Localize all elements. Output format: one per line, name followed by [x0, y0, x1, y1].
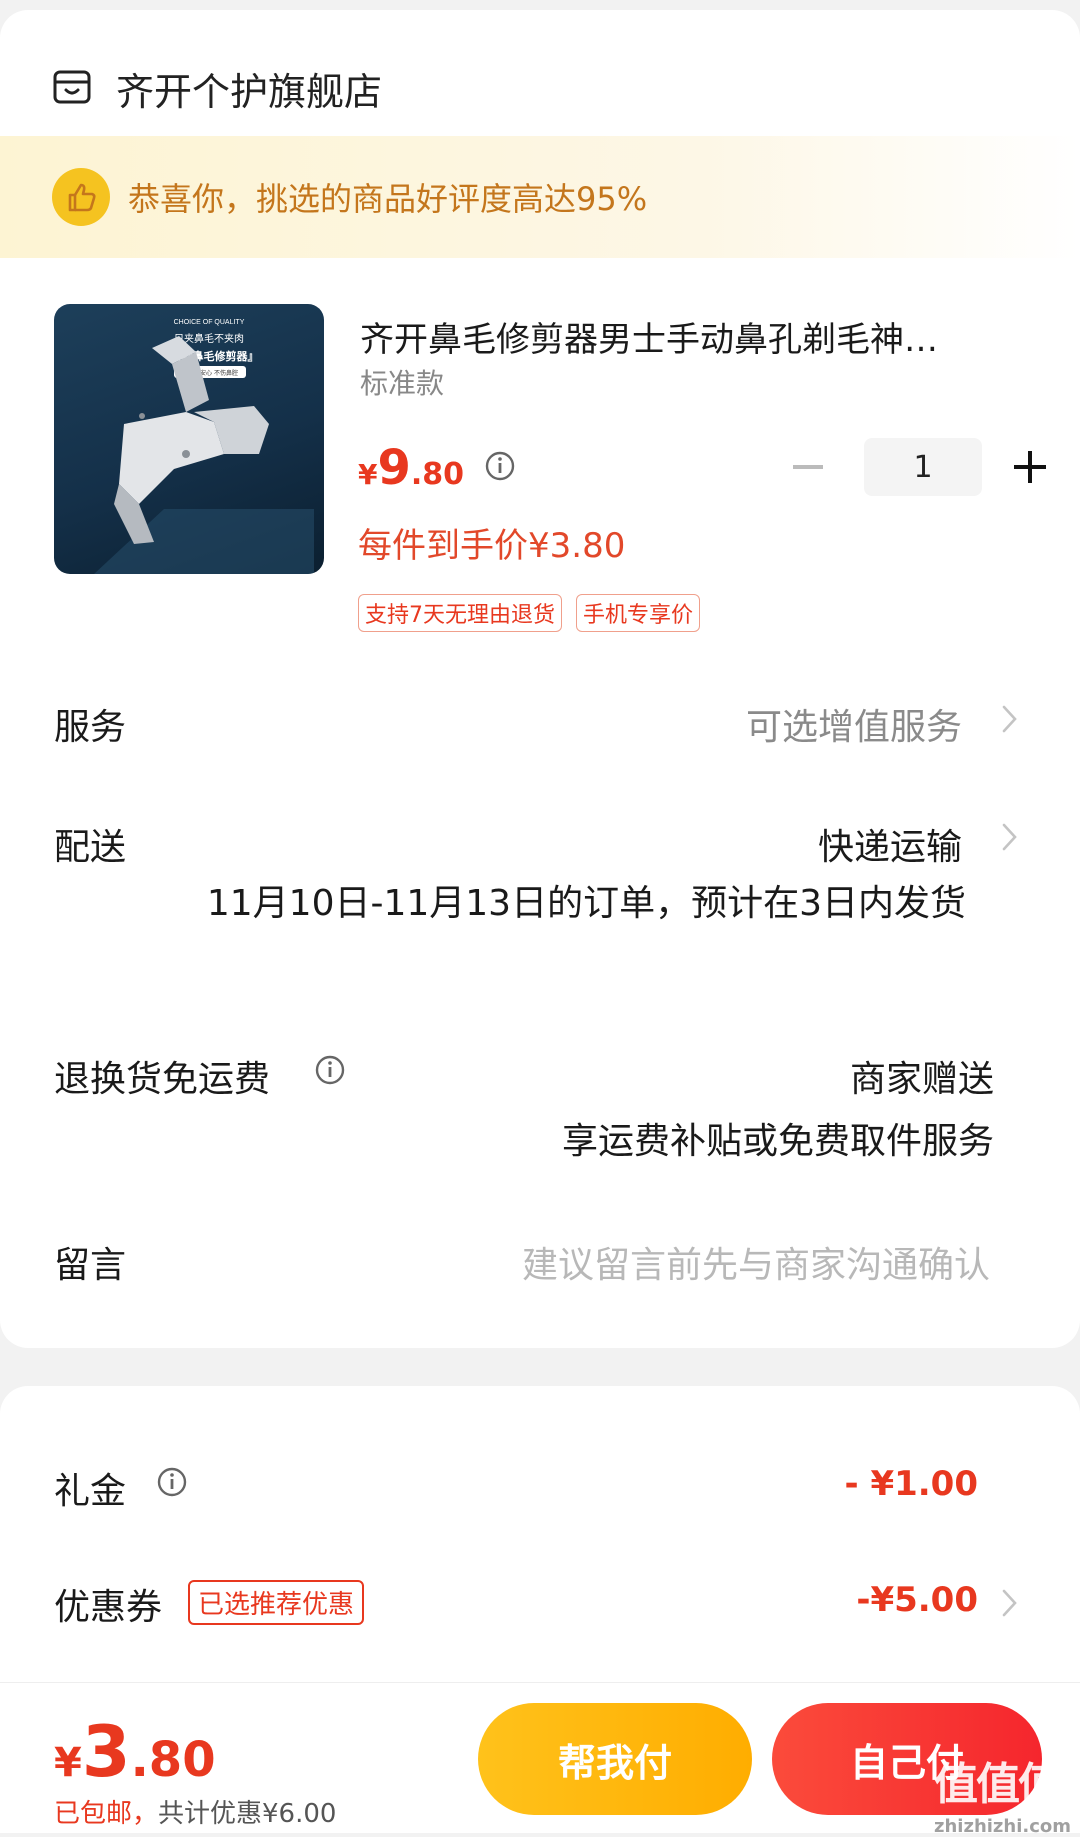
store-name: 齐开个护旗舰店 — [116, 69, 383, 114]
free-shipping-text: 已包邮， — [54, 1799, 159, 1829]
total-price: ¥3.80 — [54, 1711, 216, 1793]
return-shipping-label: 退换货免运费 — [54, 1059, 271, 1100]
product-image[interactable]: CHOICE OF QUALITY 只夹鼻毛不夹肉 『新款鼻毛修剪器』 持毛很安… — [54, 304, 324, 574]
delivery-chevron-icon[interactable] — [1000, 820, 1020, 854]
increase-button[interactable] — [1002, 439, 1058, 495]
product-title[interactable]: 齐开鼻毛修剪器男士手动鼻孔剃毛神… — [360, 312, 1026, 361]
saving-text: 共计优惠¥6.00 — [158, 1799, 337, 1829]
watermark: 值值值 zhizhizhi.com — [934, 1759, 1072, 1837]
checkout-bar: ¥3.80 已包邮，共计优惠¥6.00 帮我付 自己付 — [0, 1682, 1080, 1833]
delivery-method[interactable]: 快递运输 — [818, 818, 962, 870]
order-card: 齐开个护旗舰店 恭喜你，挑选的商品好评度高达95% CHOICE OF QUAL… — [0, 10, 1080, 1348]
product-tags: 支持7天无理由退货 手机专享价 — [358, 594, 701, 632]
return-shipping-info-icon[interactable] — [314, 1054, 346, 1086]
gift-info-icon[interactable] — [156, 1466, 188, 1498]
service-value[interactable]: 可选增值服务 — [746, 698, 962, 750]
svg-text:CHOICE OF QUALITY: CHOICE OF QUALITY — [174, 319, 245, 326]
return-shipping-sub: 享运费补贴或免费取件服务 — [561, 1121, 994, 1162]
store-icon — [53, 70, 91, 104]
total-summary: 已包邮，共计优惠¥6.00 — [54, 1793, 336, 1830]
decrease-button[interactable] — [780, 439, 836, 495]
message-input[interactable]: 建议留言前先与商家沟通确认 — [522, 1236, 990, 1288]
gift-value: - ¥1.00 — [844, 1464, 979, 1504]
price-info-icon[interactable] — [484, 450, 516, 482]
tag-return-policy: 支持7天无理由退货 — [358, 594, 562, 632]
message-label: 留言 — [54, 1245, 127, 1286]
quantity-value[interactable]: 1 — [864, 438, 982, 496]
delivery-label: 配送 — [54, 827, 127, 868]
product-price: ¥9.80 — [358, 440, 465, 496]
store-header[interactable]: 齐开个护旗舰店 — [52, 58, 382, 118]
praise-banner: 恭喜你，挑选的商品好评度高达95% — [0, 136, 1080, 258]
per-item-price: 每件到手价¥3.80 — [358, 526, 626, 566]
tag-mobile-price: 手机专享价 — [576, 594, 701, 632]
coupon-tag: 已选推荐优惠 — [188, 1580, 365, 1625]
help-pay-button[interactable]: 帮我付 — [478, 1703, 752, 1815]
service-chevron-icon[interactable] — [1000, 702, 1020, 736]
quantity-stepper: 1 — [780, 438, 1058, 496]
gift-label: 礼金 — [54, 1471, 127, 1512]
coupon-chevron-icon[interactable] — [1000, 1586, 1020, 1620]
delivery-note: 11月10日-11月13日的订单，预计在3日内发货 — [206, 883, 966, 924]
coupon-value[interactable]: -¥5.00 — [856, 1580, 978, 1620]
coupon-label: 优惠券 — [54, 1587, 163, 1628]
product-variant[interactable]: 标准款 — [360, 362, 444, 402]
praise-text: 恭喜你，挑选的商品好评度高达95% — [128, 180, 648, 218]
return-shipping-value: 商家赠送 — [849, 1059, 994, 1100]
thumbs-up-icon — [52, 168, 110, 226]
service-label: 服务 — [54, 707, 127, 748]
